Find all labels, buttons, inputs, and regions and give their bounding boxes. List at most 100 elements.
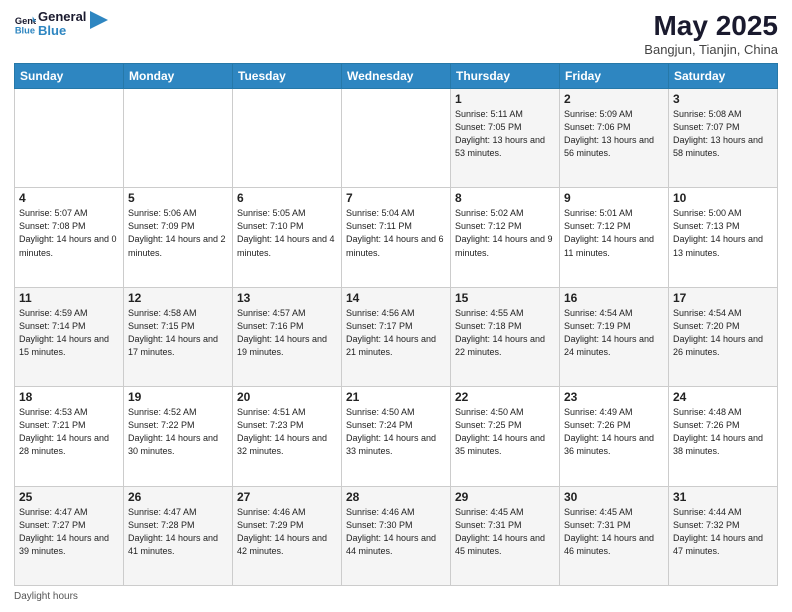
- calendar-subtitle: Bangjun, Tianjin, China: [644, 42, 778, 57]
- logo: General Blue General Blue: [14, 10, 108, 39]
- col-header-tuesday: Tuesday: [233, 64, 342, 89]
- calendar-cell: 7 Sunrise: 5:04 AMSunset: 7:11 PMDaylight…: [342, 188, 451, 287]
- day-detail: Sunrise: 4:54 AMSunset: 7:19 PMDaylight:…: [564, 307, 664, 359]
- day-detail: Sunrise: 4:44 AMSunset: 7:32 PMDaylight:…: [673, 506, 773, 558]
- calendar-cell: 27 Sunrise: 4:46 AMSunset: 7:29 PMDayligh…: [233, 486, 342, 585]
- calendar-title: May 2025: [644, 10, 778, 42]
- footer: Daylight hours: [14, 591, 778, 602]
- footer-text: Daylight hours: [14, 591, 78, 602]
- day-detail: Sunrise: 4:59 AMSunset: 7:14 PMDaylight:…: [19, 307, 119, 359]
- day-number: 25: [19, 490, 119, 504]
- day-detail: Sunrise: 4:54 AMSunset: 7:20 PMDaylight:…: [673, 307, 773, 359]
- calendar-cell: 18 Sunrise: 4:53 AMSunset: 7:21 PMDayligh…: [15, 387, 124, 486]
- calendar-cell: 15 Sunrise: 4:55 AMSunset: 7:18 PMDayligh…: [451, 287, 560, 386]
- day-detail: Sunrise: 4:58 AMSunset: 7:15 PMDaylight:…: [128, 307, 228, 359]
- calendar-week-5: 25Sunrise: 4:47 AMSunset: 7:27 PMDayligh…: [15, 486, 778, 585]
- calendar-cell: 10Sunrise: 5:00 AMSunset: 7:13 PMDayligh…: [669, 188, 778, 287]
- day-detail: Sunrise: 4:48 AMSunset: 7:26 PMDaylight:…: [673, 406, 773, 458]
- calendar-cell: 28Sunrise: 4:46 AMSunset: 7:30 PMDayligh…: [342, 486, 451, 585]
- calendar-cell: 11 Sunrise: 4:59 AMSunset: 7:14 PMDayligh…: [15, 287, 124, 386]
- calendar-cell: 21 Sunrise: 4:50 AMSunset: 7:24 PMDayligh…: [342, 387, 451, 486]
- calendar-cell: 31 Sunrise: 4:44 AMSunset: 7:32 PMDayligh…: [669, 486, 778, 585]
- day-number: 23: [564, 390, 664, 404]
- calendar-cell: 5 Sunrise: 5:06 AMSunset: 7:09 PMDaylight…: [124, 188, 233, 287]
- calendar-week-1: 1Sunrise: 5:11 AMSunset: 7:05 PMDaylight…: [15, 89, 778, 188]
- svg-text:Blue: Blue: [15, 26, 35, 36]
- day-number: 15: [455, 291, 555, 305]
- day-number: 18: [19, 390, 119, 404]
- day-detail: Sunrise: 4:47 AMSunset: 7:28 PMDaylight:…: [128, 506, 228, 558]
- day-detail: Sunrise: 4:56 AMSunset: 7:17 PMDaylight:…: [346, 307, 446, 359]
- day-number: 22: [455, 390, 555, 404]
- calendar-cell: 1Sunrise: 5:11 AMSunset: 7:05 PMDaylight…: [451, 89, 560, 188]
- day-detail: Sunrise: 5:06 AMSunset: 7:09 PMDaylight:…: [128, 207, 228, 259]
- calendar-cell: 29 Sunrise: 4:45 AMSunset: 7:31 PMDayligh…: [451, 486, 560, 585]
- day-detail: Sunrise: 5:08 AMSunset: 7:07 PMDaylight:…: [673, 108, 773, 160]
- day-detail: Sunrise: 4:46 AMSunset: 7:30 PMDaylight:…: [346, 506, 446, 558]
- calendar-cell: 19Sunrise: 4:52 AMSunset: 7:22 PMDayligh…: [124, 387, 233, 486]
- day-number: 1: [455, 92, 555, 106]
- day-number: 11: [19, 291, 119, 305]
- page: General Blue General Blue May 2025 Bangj…: [0, 0, 792, 612]
- day-detail: Sunrise: 5:07 AMSunset: 7:08 PMDaylight:…: [19, 207, 119, 259]
- day-number: 5: [128, 191, 228, 205]
- day-detail: Sunrise: 4:51 AMSunset: 7:23 PMDaylight:…: [237, 406, 337, 458]
- header: General Blue General Blue May 2025 Bangj…: [14, 10, 778, 57]
- calendar-cell: [342, 89, 451, 188]
- calendar-cell: 12Sunrise: 4:58 AMSunset: 7:15 PMDayligh…: [124, 287, 233, 386]
- day-number: 3: [673, 92, 773, 106]
- calendar-cell: 2 Sunrise: 5:09 AMSunset: 7:06 PMDaylight…: [560, 89, 669, 188]
- day-number: 16: [564, 291, 664, 305]
- day-number: 8: [455, 191, 555, 205]
- day-detail: Sunrise: 4:50 AMSunset: 7:24 PMDaylight:…: [346, 406, 446, 458]
- day-number: 9: [564, 191, 664, 205]
- calendar-cell: 8 Sunrise: 5:02 AMSunset: 7:12 PMDaylight…: [451, 188, 560, 287]
- day-detail: Sunrise: 4:53 AMSunset: 7:21 PMDaylight:…: [19, 406, 119, 458]
- day-detail: Sunrise: 5:02 AMSunset: 7:12 PMDaylight:…: [455, 207, 555, 259]
- col-header-saturday: Saturday: [669, 64, 778, 89]
- day-detail: Sunrise: 5:05 AMSunset: 7:10 PMDaylight:…: [237, 207, 337, 259]
- calendar-cell: 13Sunrise: 4:57 AMSunset: 7:16 PMDayligh…: [233, 287, 342, 386]
- day-number: 6: [237, 191, 337, 205]
- day-number: 2: [564, 92, 664, 106]
- day-detail: Sunrise: 4:50 AMSunset: 7:25 PMDaylight:…: [455, 406, 555, 458]
- calendar-cell: 3 Sunrise: 5:08 AMSunset: 7:07 PMDaylight…: [669, 89, 778, 188]
- day-detail: Sunrise: 4:45 AMSunset: 7:31 PMDaylight:…: [455, 506, 555, 558]
- calendar-cell: 6 Sunrise: 5:05 AMSunset: 7:10 PMDaylight…: [233, 188, 342, 287]
- day-number: 24: [673, 390, 773, 404]
- calendar-cell: 20 Sunrise: 4:51 AMSunset: 7:23 PMDayligh…: [233, 387, 342, 486]
- day-detail: Sunrise: 4:46 AMSunset: 7:29 PMDaylight:…: [237, 506, 337, 558]
- day-detail: Sunrise: 4:49 AMSunset: 7:26 PMDaylight:…: [564, 406, 664, 458]
- day-detail: Sunrise: 4:55 AMSunset: 7:18 PMDaylight:…: [455, 307, 555, 359]
- calendar-cell: 9Sunrise: 5:01 AMSunset: 7:12 PMDaylight…: [560, 188, 669, 287]
- calendar-cell: 25Sunrise: 4:47 AMSunset: 7:27 PMDayligh…: [15, 486, 124, 585]
- calendar-cell: [124, 89, 233, 188]
- day-number: 20: [237, 390, 337, 404]
- day-detail: Sunrise: 5:04 AMSunset: 7:11 PMDaylight:…: [346, 207, 446, 259]
- col-header-wednesday: Wednesday: [342, 64, 451, 89]
- col-header-sunday: Sunday: [15, 64, 124, 89]
- day-number: 29: [455, 490, 555, 504]
- calendar-header-row: SundayMondayTuesdayWednesdayThursdayFrid…: [15, 64, 778, 89]
- day-number: 30: [564, 490, 664, 504]
- calendar-cell: 16 Sunrise: 4:54 AMSunset: 7:19 PMDayligh…: [560, 287, 669, 386]
- day-number: 13: [237, 291, 337, 305]
- day-number: 21: [346, 390, 446, 404]
- col-header-friday: Friday: [560, 64, 669, 89]
- day-number: 26: [128, 490, 228, 504]
- logo-general: General: [38, 10, 86, 24]
- col-header-thursday: Thursday: [451, 64, 560, 89]
- calendar-cell: 17Sunrise: 4:54 AMSunset: 7:20 PMDayligh…: [669, 287, 778, 386]
- day-number: 31: [673, 490, 773, 504]
- calendar-table: SundayMondayTuesdayWednesdayThursdayFrid…: [14, 63, 778, 586]
- calendar-week-3: 11 Sunrise: 4:59 AMSunset: 7:14 PMDayligh…: [15, 287, 778, 386]
- day-number: 4: [19, 191, 119, 205]
- day-number: 7: [346, 191, 446, 205]
- logo-icon: General Blue: [14, 13, 36, 35]
- calendar-cell: [233, 89, 342, 188]
- day-number: 10: [673, 191, 773, 205]
- day-number: 27: [237, 490, 337, 504]
- calendar-week-4: 18 Sunrise: 4:53 AMSunset: 7:21 PMDayligh…: [15, 387, 778, 486]
- day-detail: Sunrise: 5:09 AMSunset: 7:06 PMDaylight:…: [564, 108, 664, 160]
- day-number: 14: [346, 291, 446, 305]
